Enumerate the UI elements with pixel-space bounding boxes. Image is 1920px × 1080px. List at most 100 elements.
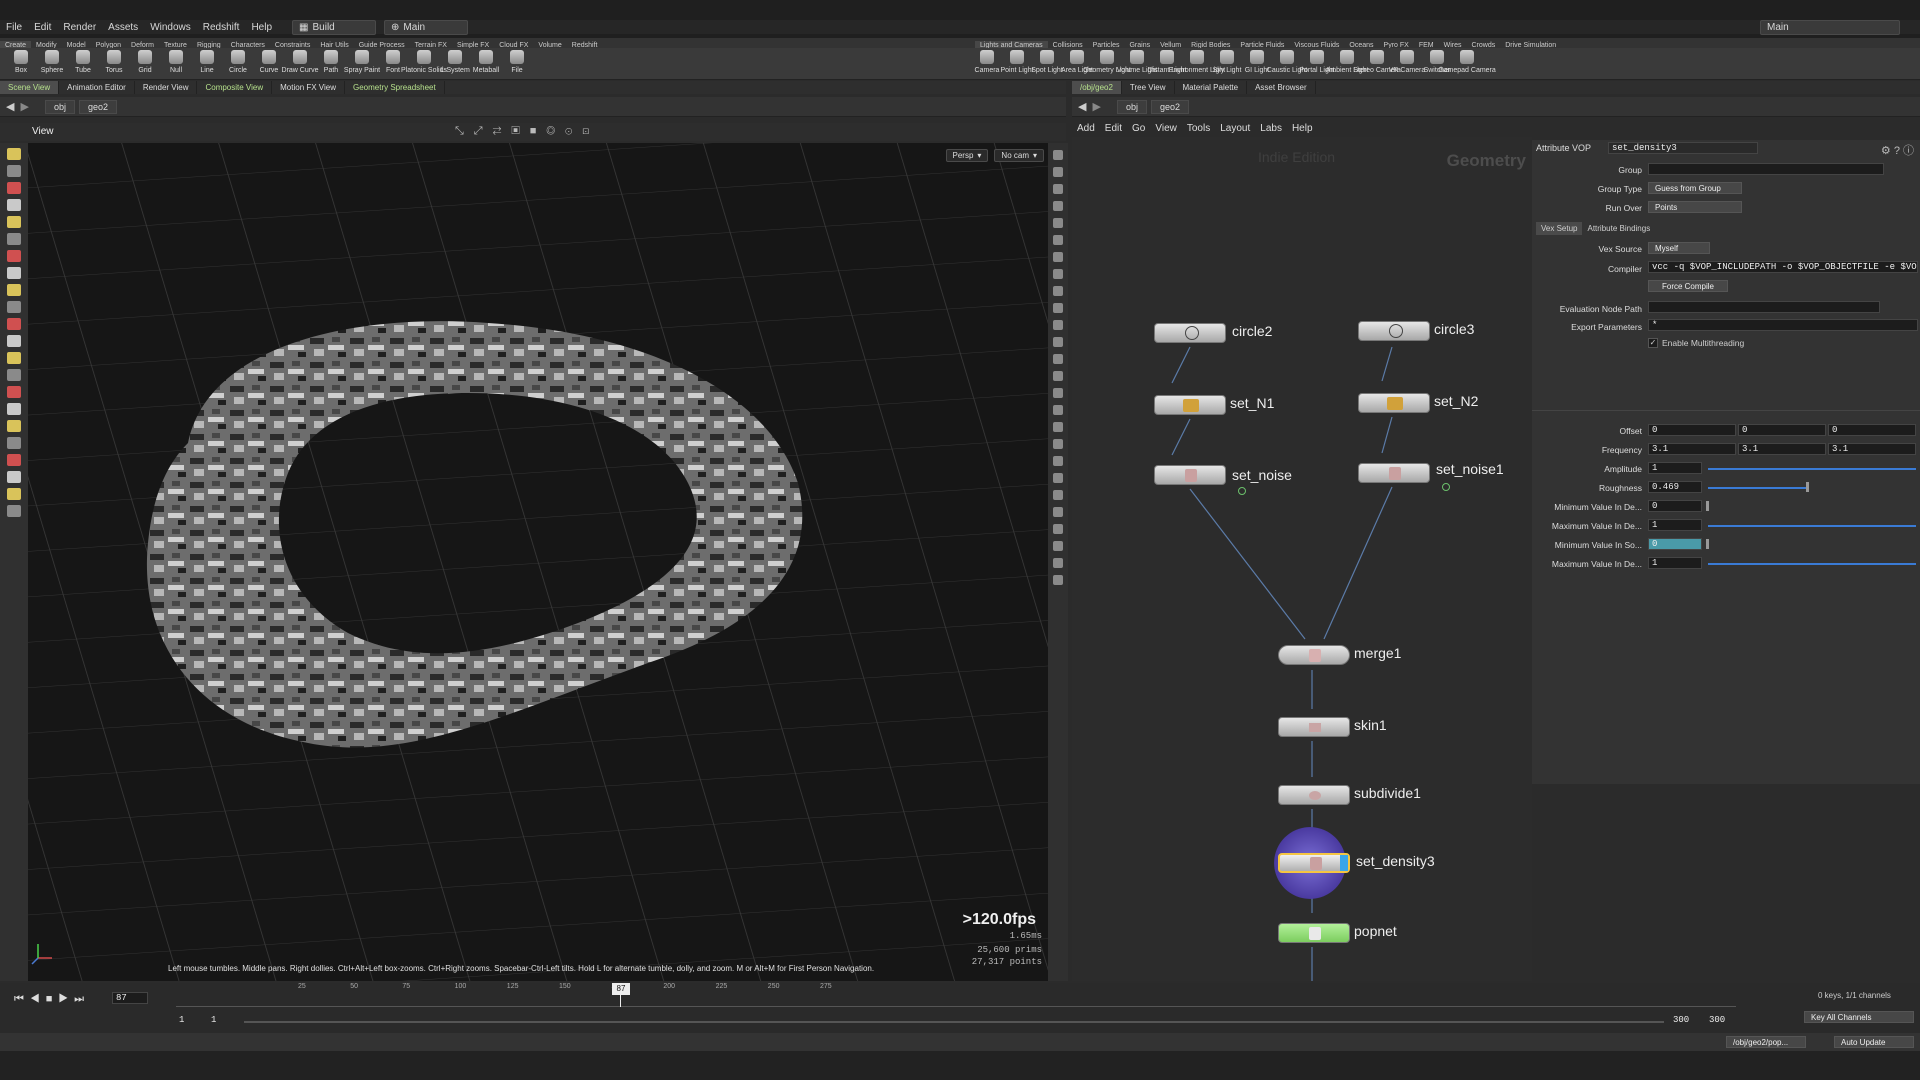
shelf-tool-button[interactable]: Box	[6, 50, 36, 75]
display-option-icon[interactable]	[1053, 439, 1063, 449]
display-option-icon[interactable]	[1053, 507, 1063, 517]
compiler-field[interactable]: vcc -q $VOP_INCLUDEPATH -o $VOP_OBJECTFI…	[1648, 261, 1918, 273]
viewport-tool-icon[interactable]	[7, 267, 21, 279]
shelf-tool-button[interactable]: Path	[316, 50, 346, 75]
shelf-tool-button[interactable]: Caustic Light	[1267, 50, 1307, 75]
viewport-tool-icon[interactable]	[7, 437, 21, 449]
offset-z[interactable]: 0	[1828, 424, 1916, 436]
network-editor[interactable]: Indie Edition Geometry circle2 circle3 s…	[1072, 137, 1532, 981]
display-option-icon[interactable]	[1053, 371, 1063, 381]
viewport-tool-icon[interactable]	[7, 420, 21, 432]
pane-tab[interactable]: Scene View	[0, 81, 60, 94]
display-option-icon[interactable]	[1053, 184, 1063, 194]
node-set-density3[interactable]	[1278, 853, 1350, 873]
pane-tab[interactable]: Composite View	[197, 81, 273, 94]
net-menu-help[interactable]: Help	[1287, 123, 1318, 134]
path-geo2[interactable]: geo2	[78, 99, 117, 114]
pane-tab[interactable]: Material Palette	[1175, 81, 1248, 94]
viewport-tool-icon[interactable]	[7, 250, 21, 262]
display-option-icon[interactable]	[1053, 354, 1063, 364]
scene-viewport[interactable]: Persp ▾ No cam ▾ >120.0fps 1.65ms 25,600 p…	[28, 143, 1048, 981]
viewport-tool-icon[interactable]	[7, 182, 21, 194]
pane-tab[interactable]: Geometry Spreadsheet	[345, 81, 445, 94]
playback-controls[interactable]: ⏮◀■▶⏭	[14, 993, 90, 1006]
display-option-icon[interactable]	[1053, 337, 1063, 347]
net-menu-tools[interactable]: Tools	[1182, 123, 1215, 134]
shelf-tool-button[interactable]: L-System	[440, 50, 470, 75]
viewport-tool-icon[interactable]	[7, 505, 21, 517]
back-icon[interactable]: ◀	[6, 100, 14, 113]
viewport-tool-icon[interactable]	[7, 233, 21, 245]
shelf-tool-button[interactable]: Sphere	[37, 50, 67, 75]
viewport-tool-icon[interactable]	[7, 454, 21, 466]
frame-marker[interactable]: 87	[612, 983, 630, 995]
offset-y[interactable]: 0	[1738, 424, 1826, 436]
current-frame-field[interactable]: 87	[112, 992, 148, 1004]
display-option-icon[interactable]	[1053, 490, 1063, 500]
menu-help[interactable]: Help	[245, 22, 278, 33]
tab-attribute-bindings[interactable]: Attribute Bindings	[1582, 222, 1655, 235]
shelf-tool-button[interactable]: Metaball	[471, 50, 501, 75]
context-dropdown[interactable]: ⊕ Main	[384, 19, 469, 35]
max-dest-slider[interactable]	[1708, 525, 1916, 527]
display-option-icon[interactable]	[1053, 575, 1063, 585]
menu-redshift[interactable]: Redshift	[197, 22, 246, 33]
display-option-icon[interactable]	[1053, 524, 1063, 534]
path-obj[interactable]: obj	[1116, 99, 1147, 114]
viewport-tool-icon[interactable]	[7, 386, 21, 398]
node-skin1[interactable]	[1278, 717, 1350, 737]
view-label[interactable]: View	[32, 126, 54, 137]
display-option-icon[interactable]	[1053, 218, 1063, 228]
status-path[interactable]: /obj/geo2/pop...	[1726, 1036, 1806, 1048]
shelf-tool-button[interactable]: Camera	[972, 50, 1002, 75]
net-menu-edit[interactable]: Edit	[1100, 123, 1127, 134]
menu-render[interactable]: Render	[57, 22, 102, 33]
key-channels-menu[interactable]: Key All Channels	[1804, 1011, 1914, 1023]
timeline[interactable]: ⏮◀■▶⏭ 87 255075100125150175200225250275 …	[0, 983, 1920, 1033]
amplitude-field[interactable]: 1	[1648, 462, 1702, 474]
viewport-tool-icon[interactable]	[7, 148, 21, 160]
max-src-slider[interactable]	[1708, 563, 1916, 565]
viewport-tool-icon[interactable]	[7, 301, 21, 313]
gear-icon[interactable]: ⚙ ? ⓘ	[1881, 142, 1914, 158]
export-field[interactable]: *	[1648, 319, 1918, 331]
menu-file[interactable]: File	[0, 22, 28, 33]
display-option-icon[interactable]	[1053, 473, 1063, 483]
viewport-tool-icon[interactable]	[7, 165, 21, 177]
eval-path-field[interactable]	[1648, 301, 1880, 313]
display-option-icon[interactable]	[1053, 150, 1063, 160]
frequency-x[interactable]: 3.1	[1648, 443, 1736, 455]
camera-dropdown[interactable]: No cam ▾	[994, 149, 1044, 162]
path-obj[interactable]: obj	[44, 99, 75, 114]
node-name-field[interactable]: set_density3	[1608, 142, 1758, 154]
shelf-tool-button[interactable]: Tube	[68, 50, 98, 75]
vex-source-menu[interactable]: Myself	[1648, 242, 1710, 254]
pane-tab[interactable]: /obj/geo2	[1072, 81, 1122, 94]
viewport-tool-icon[interactable]	[7, 369, 21, 381]
pane-tab[interactable]: Asset Browser	[1247, 81, 1316, 94]
menu-assets[interactable]: Assets	[102, 22, 144, 33]
forward-icon[interactable]: ▶	[1092, 100, 1100, 113]
range-bar[interactable]	[244, 1021, 1664, 1023]
pane-tab[interactable]: Tree View	[1122, 81, 1175, 94]
viewport-tool-icon[interactable]	[7, 216, 21, 228]
viewport-tool-icon[interactable]	[7, 352, 21, 364]
display-option-icon[interactable]	[1053, 558, 1063, 568]
node-popnet[interactable]	[1278, 923, 1350, 943]
snap-icons[interactable]: ⤡⤢⇄▣■◎⊙⊡	[455, 125, 599, 138]
display-option-icon[interactable]	[1053, 405, 1063, 415]
multithread-checkbox[interactable]: ✓	[1648, 338, 1658, 348]
net-menu-add[interactable]: Add	[1072, 123, 1100, 134]
display-option-icon[interactable]	[1053, 541, 1063, 551]
node-merge1[interactable]	[1278, 645, 1350, 665]
shelf-tool-button[interactable]: Circle	[223, 50, 253, 75]
viewport-tool-icon[interactable]	[7, 335, 21, 347]
shelf-tool-button[interactable]: Platonic Solids	[401, 50, 447, 75]
roughness-handle[interactable]	[1805, 482, 1809, 492]
viewport-tool-icon[interactable]	[7, 318, 21, 330]
shelf-tool-button[interactable]: Point Light	[1000, 50, 1034, 75]
shelf-tool-button[interactable]: Spray Paint	[344, 50, 380, 75]
min-src-handle[interactable]	[1706, 539, 1709, 549]
viewport-tool-icon[interactable]	[7, 199, 21, 211]
desktop-dropdown[interactable]: ▦ Build	[292, 19, 377, 35]
